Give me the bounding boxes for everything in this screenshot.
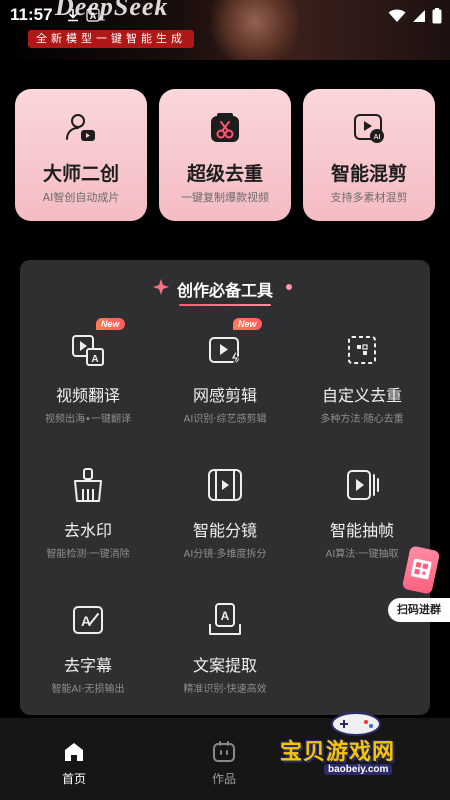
tool-subtitle: 精准识别·快速高效 [183,684,267,695]
tool-title: 智能抽帧 [329,521,394,540]
feature-title: 大师二创 [42,163,119,185]
tool-title: 去水印 [63,521,112,540]
broom-icon [74,468,102,502]
tool-remove-watermark[interactable]: 去水印 智能检测·一键消除 [20,467,156,577]
sparkle-icon [286,284,292,290]
text-extract-icon: A [209,603,241,635]
tools-panel: 创作必备工具 New A 视频翻译 视频出海•一键翻译 New 网感剪辑 AI识… [20,260,430,715]
tool-video-translate[interactable]: New A 视频翻译 视频出海•一键翻译 [20,318,156,442]
nav-works-label: 作品 [211,772,236,786]
watermark-url: baobeiy.com [324,764,393,775]
new-badge: New [96,318,125,330]
tool-subtitle: AI识别·综艺感剪辑 [183,414,267,425]
feature-card-smart-mix[interactable]: AI 智能混剪 支持多素材混剪 [303,89,435,221]
feature-subtitle: 支持多素材混剪 [330,191,408,204]
tool-title: 网感剪辑 [192,386,257,405]
site-watermark: 宝贝游戏网 baobeiy.com [270,706,450,796]
feature-card-master-remix[interactable]: 大师二创 AI智创自动成片 [15,89,147,221]
custom-dedupe-icon [348,336,376,364]
tool-remove-subtitle[interactable]: A 去字幕 智能AI·无损输出 [20,602,156,712]
tool-title: 视频翻译 [55,386,120,405]
svg-text:A: A [90,11,97,21]
tool-title: 文案提取 [192,656,257,675]
watermark-text: 宝贝游戏网 [280,740,396,765]
feature-title: 智能混剪 [330,163,407,185]
tool-subtitle: 多种方法·随心去重 [320,414,404,425]
notification-icons: A [66,8,100,22]
feature-title: 超级去重 [186,163,263,185]
svg-text:A: A [81,613,91,629]
svg-text:A: A [91,354,98,365]
sparkle-icon [152,279,169,295]
svg-text:A: A [221,609,230,623]
qr-code-icon [401,545,441,595]
scan-join-group-button[interactable]: 扫码进群 [388,545,450,626]
tool-title: 去字幕 [63,656,112,675]
tool-smart-storyboard[interactable]: 智能分镜 AI分镜·多维度拆分 [157,467,293,577]
tool-custom-dedupe[interactable]: 自定义去重 多种方法·随心去重 [294,332,430,442]
download-icon [68,9,78,22]
nav-home-label: 首页 [61,772,86,786]
tool-title: 智能分镜 [192,521,257,540]
remove-subtitle-icon: A [73,606,103,634]
signal-icon [413,10,425,22]
tool-text-extract[interactable]: A 文案提取 精准识别·快速高效 [157,602,293,712]
wifi-icon [388,9,406,22]
tool-subtitle: 智能检测·一键消除 [46,549,130,560]
font-icon: A [86,8,100,22]
home-icon [65,743,83,761]
scissors-icon [211,113,239,142]
svg-text:AI: AI [374,134,381,141]
tool-subtitle: 视频出海•一键翻译 [45,414,131,425]
scan-join-group-label: 扫码进群 [388,598,450,622]
status-bar: 11:57 A [0,0,450,32]
battery-icon [432,8,442,24]
status-time: 11:57 [10,5,53,24]
user-video-icon [66,114,95,141]
nav-home[interactable]: 首页 [44,740,104,787]
flash-video-icon [209,337,240,366]
system-status [388,8,442,24]
gamepad-icon [331,712,381,736]
storyboard-icon [208,469,242,501]
tool-web-sense-edit[interactable]: New 网感剪辑 AI识别·综艺感剪辑 [157,318,293,442]
feature-card-super-dedupe[interactable]: 超级去重 一键复制爆款视频 [159,89,291,221]
banner-tagline: 全新模型一键智能生成 [28,30,194,48]
feature-subtitle: AI智创自动成片 [42,191,120,204]
tool-subtitle: AI分镜·多维度拆分 [183,549,267,560]
frame-extract-icon [347,470,379,500]
translate-icon: A [72,335,104,366]
tool-title: 自定义去重 [321,386,402,405]
feature-subtitle: 一键复制爆款视频 [181,191,269,204]
tool-subtitle: 智能AI·无损输出 [51,684,125,695]
ai-video-icon: AI [354,114,384,143]
new-badge: New [233,318,262,330]
works-icon [213,741,235,762]
tools-heading-text: 创作必备工具 [177,277,273,306]
tools-heading: 创作必备工具 [20,277,430,306]
nav-works[interactable]: 作品 [194,740,254,787]
